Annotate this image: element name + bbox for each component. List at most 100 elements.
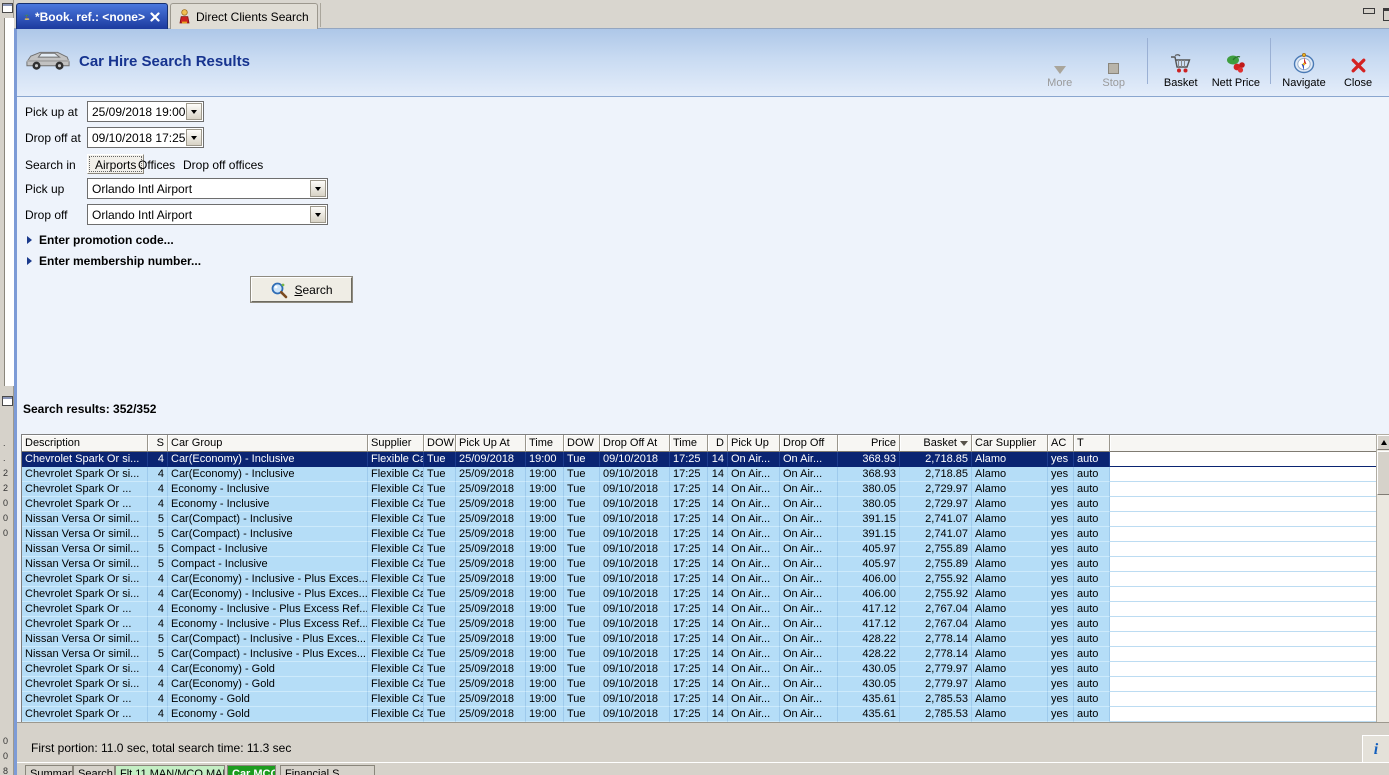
dropdown-arrow-icon[interactable] (186, 129, 202, 146)
cell-drop_off_at: 09/10/2018 (600, 557, 670, 572)
cell-d: 14 (708, 527, 728, 542)
table-row[interactable]: Chevrolet Spark Or ... 4 Economy - Gold Fle… (22, 692, 1377, 707)
table-row[interactable]: Nissan Versa Or simil... 5 Car(Compact) - … (22, 632, 1377, 647)
column-header-pick_up_at[interactable]: Pick Up At (456, 435, 526, 452)
cell-drop_off: On Air... (780, 467, 838, 482)
main-window: *Book. ref.: <none> Direct Clients Searc… (14, 0, 1389, 775)
column-header-label: T (1077, 437, 1084, 449)
close-button[interactable]: Close (1331, 35, 1385, 89)
column-header-dow1[interactable]: DOW (424, 435, 456, 452)
column-header-s[interactable]: S (148, 435, 168, 452)
search-in-drop-off-offices[interactable]: Drop off offices (183, 158, 263, 172)
cell-time1: 19:00 (526, 572, 564, 587)
cell-pick_up_at: 25/09/2018 (456, 497, 526, 512)
column-header-car_supplier[interactable]: Car Supplier (972, 435, 1048, 452)
restore-window-icon[interactable] (2, 396, 13, 406)
content-area: Pick up at 25/09/2018 19:00 Drop off at … (17, 97, 1389, 775)
table-row[interactable]: Chevrolet Spark Or ... 4 Economy - Inclusi… (22, 482, 1377, 497)
cell-drop_off_at: 09/10/2018 (600, 512, 670, 527)
table-row[interactable]: Chevrolet Spark Or ... 4 Economy - Inclusi… (22, 617, 1377, 632)
table-row[interactable]: Chevrolet Spark Or ... 4 Economy - Inclusi… (22, 602, 1377, 617)
dropdown-arrow-icon[interactable] (310, 180, 326, 197)
cell-d: 14 (708, 467, 728, 482)
more-button[interactable]: More (1033, 35, 1087, 89)
cell-desc: Chevrolet Spark Or ... (22, 692, 148, 707)
minimize-window-button[interactable] (1363, 8, 1375, 14)
cell-d: 14 (708, 692, 728, 707)
column-header-t[interactable]: T (1074, 435, 1110, 452)
promotion-code-expander[interactable]: Enter promotion code... (27, 233, 174, 247)
table-row[interactable]: Chevrolet Spark Or ... 4 Economy - Inclusi… (22, 497, 1377, 512)
table-row[interactable]: Chevrolet Spark Or ... 4 Economy - Gold Fle… (22, 707, 1377, 722)
cell-basket: 2,755.89 (900, 557, 972, 572)
column-header-time2[interactable]: Time (670, 435, 708, 452)
navigate-button[interactable]: Navigate (1277, 35, 1331, 89)
nett-price-button[interactable]: Nett Price (1208, 35, 1264, 89)
cell-dow2: Tue (564, 662, 600, 677)
column-header-label: Car Group (171, 437, 223, 449)
table-row[interactable]: Nissan Versa Or simil...5Compact - Inclu… (22, 557, 1377, 572)
search-button[interactable]: Search (251, 277, 352, 302)
column-header-group[interactable]: Car Group (168, 435, 368, 452)
info-button[interactable]: i (1362, 735, 1389, 764)
cell-dow2: Tue (564, 707, 600, 722)
column-header-label: D (716, 437, 724, 449)
drop-off-at-field[interactable]: 09/10/2018 17:25 (87, 127, 204, 148)
pick-up-at-field[interactable]: 25/09/2018 19:00 (87, 101, 204, 122)
column-header-drop_off_at[interactable]: Drop Off At (600, 435, 670, 452)
table-row[interactable]: Nissan Versa Or simil... 5 Car(Compact) - … (22, 512, 1377, 527)
column-header-supplier[interactable]: Supplier (368, 435, 424, 452)
pick-up-field[interactable]: Orlando Intl Airport (87, 178, 328, 199)
tab-direct-clients-search[interactable]: Direct Clients Search (170, 3, 318, 29)
cell-drop_off_at: 09/10/2018 (600, 527, 670, 542)
segment-tab-summary[interactable]: Summary (25, 765, 73, 775)
tab-booking-ref[interactable]: *Book. ref.: <none> (16, 3, 168, 29)
search-in-offices[interactable]: Offices (138, 158, 175, 172)
cell-t: auto (1074, 587, 1110, 602)
table-row[interactable]: Nissan Versa Or simil...5Compact - Inclu… (22, 542, 1377, 557)
column-header-drop_off[interactable]: Drop Off (780, 435, 838, 452)
maximize-window-button[interactable] (1383, 8, 1389, 21)
drop-off-field[interactable]: Orlando Intl Airport (87, 204, 328, 225)
scrollbar-thumb[interactable] (1377, 451, 1389, 495)
cell-ac: yes (1048, 482, 1074, 497)
cell-t: auto (1074, 512, 1110, 527)
segment-tab-flight[interactable]: Flt 11 MAN/MCO MAN/MCO (115, 765, 225, 775)
cell-pick_up_at: 25/09/2018 (456, 602, 526, 617)
compass-icon (1292, 52, 1316, 74)
column-header-time1[interactable]: Time (526, 435, 564, 452)
restore-window-icon[interactable] (2, 3, 13, 13)
cell-dow2: Tue (564, 602, 600, 617)
column-header-filler[interactable] (1110, 435, 1377, 452)
column-header-dow2[interactable]: DOW (564, 435, 600, 452)
table-row[interactable]: Chevrolet Spark Or si... 4 Car(Economy) - … (22, 587, 1377, 602)
table-row[interactable]: Chevrolet Spark Or si... 4 Car(Economy) - … (22, 572, 1377, 587)
column-header-pick_up[interactable]: Pick Up (728, 435, 780, 452)
cell-price: 406.00 (838, 587, 900, 602)
scroll-up-button[interactable] (1377, 435, 1389, 450)
membership-number-expander[interactable]: Enter membership number... (27, 254, 201, 268)
table-row[interactable]: Nissan Versa Or simil... 5 Car(Compact) - … (22, 527, 1377, 542)
dropdown-arrow-icon[interactable] (310, 206, 326, 223)
search-in-airports[interactable]: Airports (87, 154, 145, 174)
segment-tab-car[interactable]: Car MCO (227, 765, 276, 775)
table-row[interactable]: Chevrolet Spark Or si... 4 Car(Economy) - … (22, 452, 1377, 467)
segment-tab-search[interactable]: Search (73, 765, 115, 775)
dropdown-arrow-icon[interactable] (186, 103, 202, 120)
status-bar: First portion: 11.0 sec, total search ti… (17, 722, 1389, 764)
column-header-desc[interactable]: Description (22, 435, 148, 452)
table-row[interactable]: Chevrolet Spark Or si... 4 Car(Economy) - … (22, 467, 1377, 482)
table-row[interactable]: Nissan Versa Or simil... 5 Car(Compact) - … (22, 647, 1377, 662)
cell-group: Car(Compact) - Inclusive - Plus Exces... (168, 647, 368, 662)
table-row[interactable]: Chevrolet Spark Or si... 4 Car(Economy) - … (22, 677, 1377, 692)
stop-button[interactable]: Stop (1087, 35, 1141, 89)
column-header-d[interactable]: D (708, 435, 728, 452)
basket-button[interactable]: Basket (1154, 35, 1208, 89)
table-row[interactable]: Chevrolet Spark Or si... 4 Car(Economy) - … (22, 662, 1377, 677)
column-header-basket[interactable]: Basket (900, 435, 972, 452)
segment-tab-financial[interactable]: Financial S... (280, 765, 375, 775)
column-header-price[interactable]: Price (838, 435, 900, 452)
column-header-ac[interactable]: AC (1048, 435, 1074, 452)
cell-dow2: Tue (564, 527, 600, 542)
tab-close-icon[interactable] (150, 11, 160, 22)
